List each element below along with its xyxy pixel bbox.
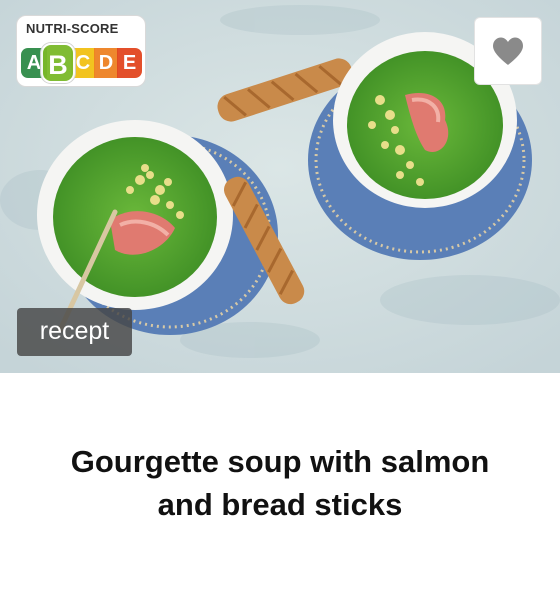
- favorite-button[interactable]: [474, 17, 542, 85]
- nutri-grade-b-selected: B: [41, 43, 75, 83]
- nutri-grade-d: D: [94, 48, 118, 78]
- recipe-title[interactable]: Gourgette soup with salmon and bread sti…: [40, 440, 520, 526]
- category-tag: recept: [17, 308, 132, 356]
- nutri-score-badge: NUTRI-SCORE A C D E B: [16, 15, 146, 87]
- nutri-score-label: NUTRI-SCORE: [26, 21, 119, 36]
- nutri-grade-e: E: [117, 48, 142, 78]
- heart-icon: [493, 37, 523, 65]
- recipe-card[interactable]: NUTRI-SCORE A C D E B recept Gourgette s…: [0, 0, 560, 590]
- nutri-score-scale: A C D E B: [21, 43, 142, 83]
